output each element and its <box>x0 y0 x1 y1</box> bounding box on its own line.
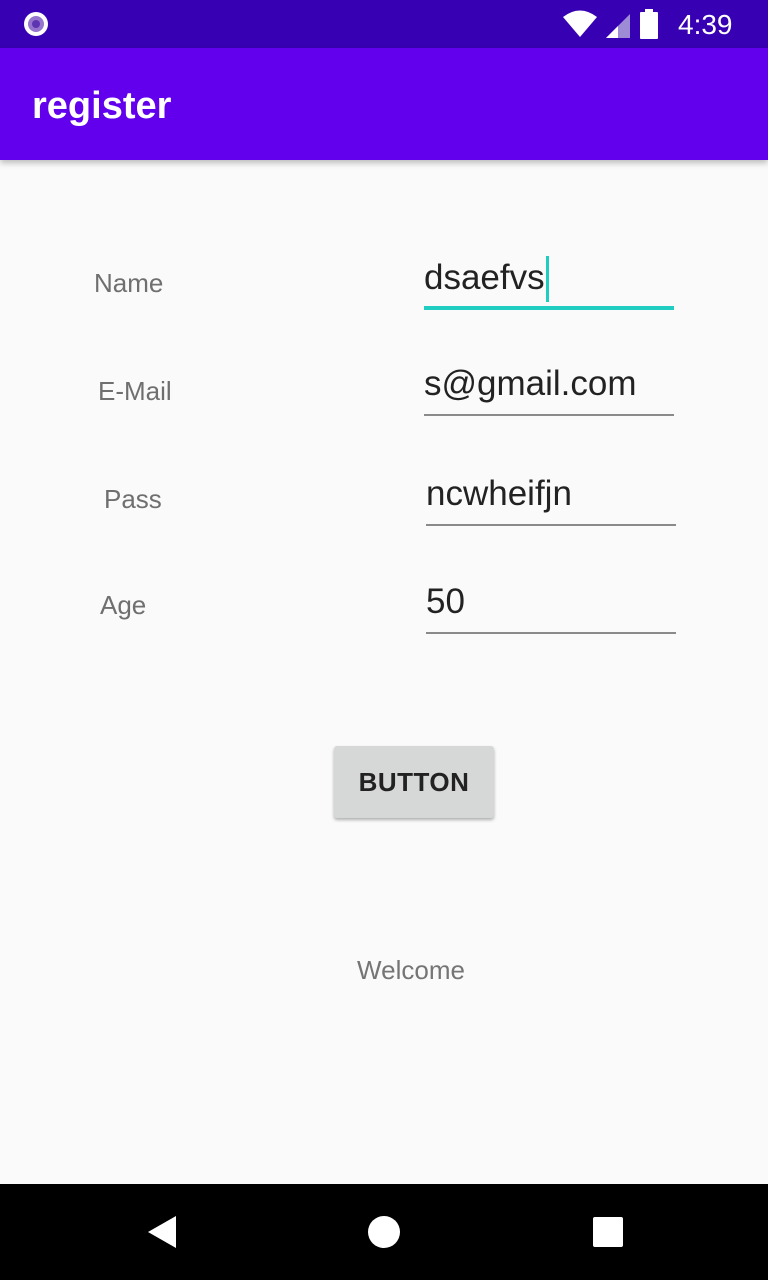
pass-value: ncwheifjn <box>426 474 572 513</box>
app-bar: register <box>0 48 768 160</box>
name-value: dsaefvs <box>424 258 545 297</box>
age-field[interactable]: 50 <box>426 580 676 634</box>
status-bar: 4:39 <box>0 0 768 48</box>
email-value: s@gmail.com <box>424 364 637 403</box>
age-value: 50 <box>426 582 465 621</box>
pass-label: Pass <box>104 484 162 514</box>
name-label: Name <box>94 268 164 298</box>
status-time: 4:39 <box>678 9 733 40</box>
age-label: Age <box>100 590 147 620</box>
back-icon[interactable] <box>140 1208 188 1256</box>
email-field[interactable]: s@gmail.com <box>424 362 674 416</box>
name-field[interactable]: dsaefvs <box>424 256 674 310</box>
email-label: E-Mail <box>98 376 172 406</box>
recents-icon[interactable] <box>584 1208 632 1256</box>
text-cursor <box>545 256 549 302</box>
wifi-icon <box>563 10 597 37</box>
pass-field[interactable]: ncwheifjn <box>426 472 676 526</box>
battery-icon <box>640 9 658 39</box>
nav-bar <box>0 1184 768 1280</box>
welcome-text: Welcome <box>357 955 465 985</box>
signal-icon <box>606 14 630 38</box>
notification-circle-icon <box>24 12 48 36</box>
submit-button[interactable]: BUTTON <box>334 746 494 818</box>
home-icon[interactable] <box>360 1208 408 1256</box>
app-title: register <box>32 85 172 127</box>
